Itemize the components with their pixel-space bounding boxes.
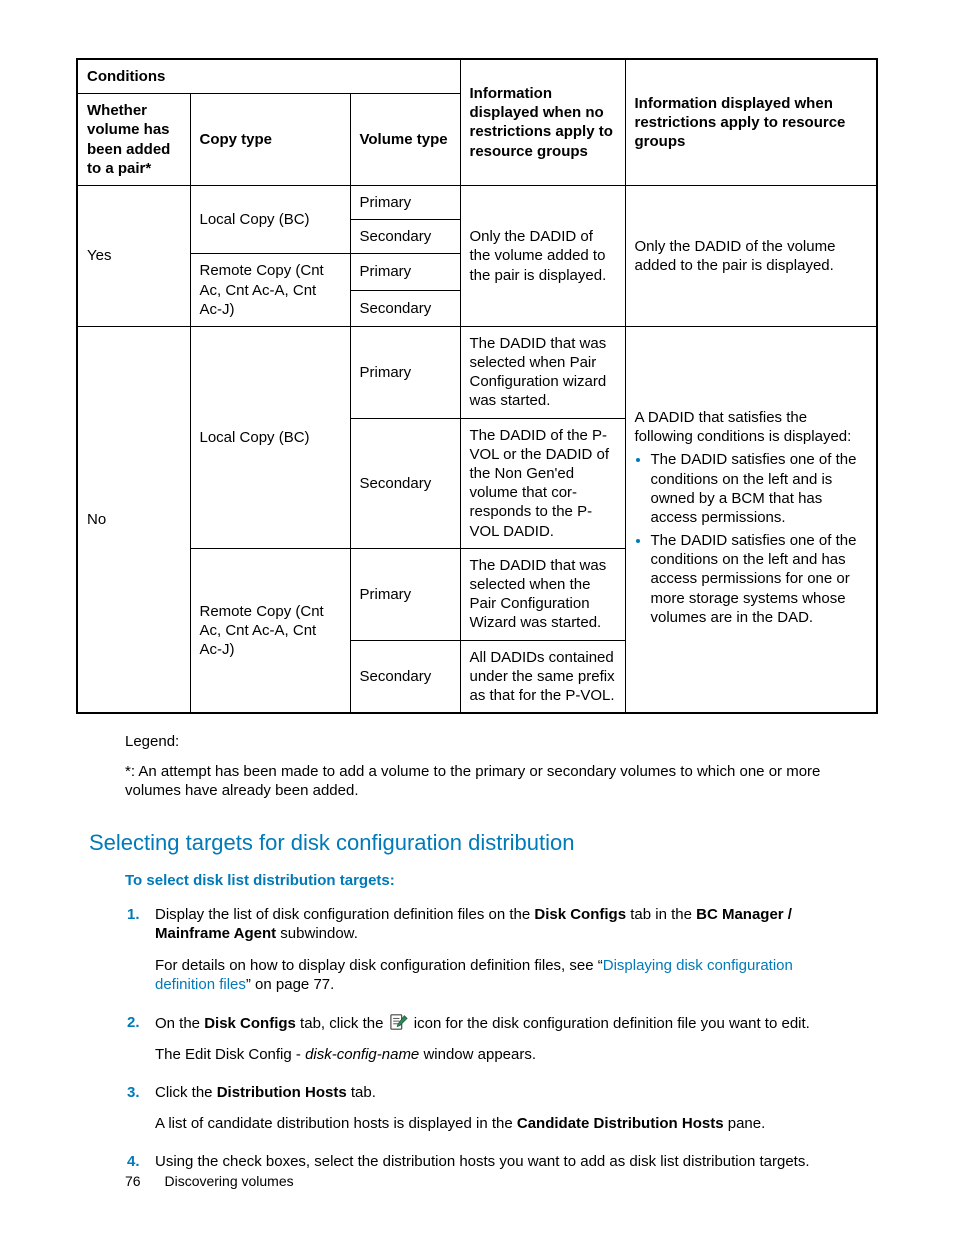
cell-secondary: Secondary — [350, 418, 460, 548]
cell-no-local-primary: The DADID that was se­lected when Pair C… — [460, 326, 625, 418]
cell-yes-info-right: Only the DADID of the volume added to th… — [625, 185, 877, 326]
cell-yes-info-left: Only the DADID of the volume added to th… — [460, 185, 625, 326]
page-number: 76 — [125, 1173, 141, 1189]
sub-heading: To select disk list distribution targets… — [125, 871, 834, 891]
cell-no: No — [77, 326, 190, 713]
cell-local-copy: Local Copy (BC) — [190, 185, 350, 253]
cell-remote-copy: Remote Copy (Cnt Ac, Cnt Ac-A, Cnt Ac-J) — [190, 254, 350, 327]
cell-remote-copy: Remote Copy (Cnt Ac, Cnt Ac-A, Cnt Ac-J) — [190, 548, 350, 713]
step-3: 3. Click the Distribution Hosts tab. A l… — [127, 1083, 834, 1134]
legend-text: *: An attempt has been made to add a vol… — [125, 762, 834, 801]
cell-primary: Primary — [350, 185, 460, 219]
footer-title: Discovering volumes — [164, 1173, 293, 1189]
cell-yes: Yes — [77, 185, 190, 326]
info-table: Conditions Information displayed when no… — [76, 58, 878, 714]
cell-no-remote-secondary: All DADIDs contained under the same pref… — [460, 640, 625, 713]
cell-secondary: Secondary — [350, 220, 460, 254]
step-1-p1: Display the list of disk configuration d… — [155, 905, 834, 944]
th-no-restrict: Information displayed when no restrictio… — [460, 59, 625, 185]
th-restrict: Information displayed when restric­tions… — [625, 59, 877, 185]
step-number: 2. — [127, 1013, 140, 1033]
step-4-p1: Using the check boxes, select the distri… — [155, 1152, 834, 1172]
step-4: 4. Using the check boxes, select the dis… — [127, 1152, 834, 1172]
step-2-p2: The Edit Disk Config - disk-config-name … — [155, 1045, 834, 1065]
th-copytype: Copy type — [190, 94, 350, 186]
steps-list: 1. Display the list of disk configuratio… — [127, 905, 834, 1172]
legend-label: Legend: — [125, 732, 834, 752]
th-whether: Whether volume has been added to a pair* — [77, 94, 190, 186]
page-footer: 76 Discovering volumes — [125, 1172, 294, 1190]
cell-no-local-secondary: The DADID of the P-VOL or the DADID of t… — [460, 418, 625, 548]
step-2: 2. On the Disk Configs tab, click the ic… — [127, 1013, 834, 1065]
restrict-intro: A DADID that satisfies the following con… — [635, 409, 852, 445]
restrict-bullets: The DADID satisfies one of the condi­tio… — [635, 450, 868, 627]
cell-primary: Primary — [350, 254, 460, 290]
step-number: 1. — [127, 905, 140, 925]
step-1-p2: For details on how to display disk confi… — [155, 956, 834, 995]
restrict-b1: The DADID satisfies one of the condi­tio… — [651, 450, 868, 527]
section-heading: Selecting targets for disk configuration… — [89, 829, 834, 858]
edit-icon — [390, 1013, 408, 1031]
step-number: 3. — [127, 1083, 140, 1103]
cell-local-copy: Local Copy (BC) — [190, 326, 350, 548]
cell-secondary: Secondary — [350, 290, 460, 326]
cell-no-restrict: A DADID that satisfies the following con… — [625, 326, 877, 713]
step-2-p1: On the Disk Configs tab, click the icon … — [155, 1013, 834, 1034]
th-voltype: Volume type — [350, 94, 460, 186]
th-conditions: Conditions — [77, 59, 460, 94]
cell-primary: Primary — [350, 326, 460, 418]
step-1: 1. Display the list of disk configuratio… — [127, 905, 834, 995]
cell-primary: Primary — [350, 548, 460, 640]
cell-secondary: Secondary — [350, 640, 460, 713]
step-number: 4. — [127, 1152, 140, 1172]
step-3-p2: A list of candidate distribution hosts i… — [155, 1114, 834, 1134]
step-3-p1: Click the Distribution Hosts tab. — [155, 1083, 834, 1103]
restrict-b2: The DADID satisfies one of the condi­tio… — [651, 531, 868, 627]
cell-no-remote-primary: The DADID that was se­lected when the Pa… — [460, 548, 625, 640]
